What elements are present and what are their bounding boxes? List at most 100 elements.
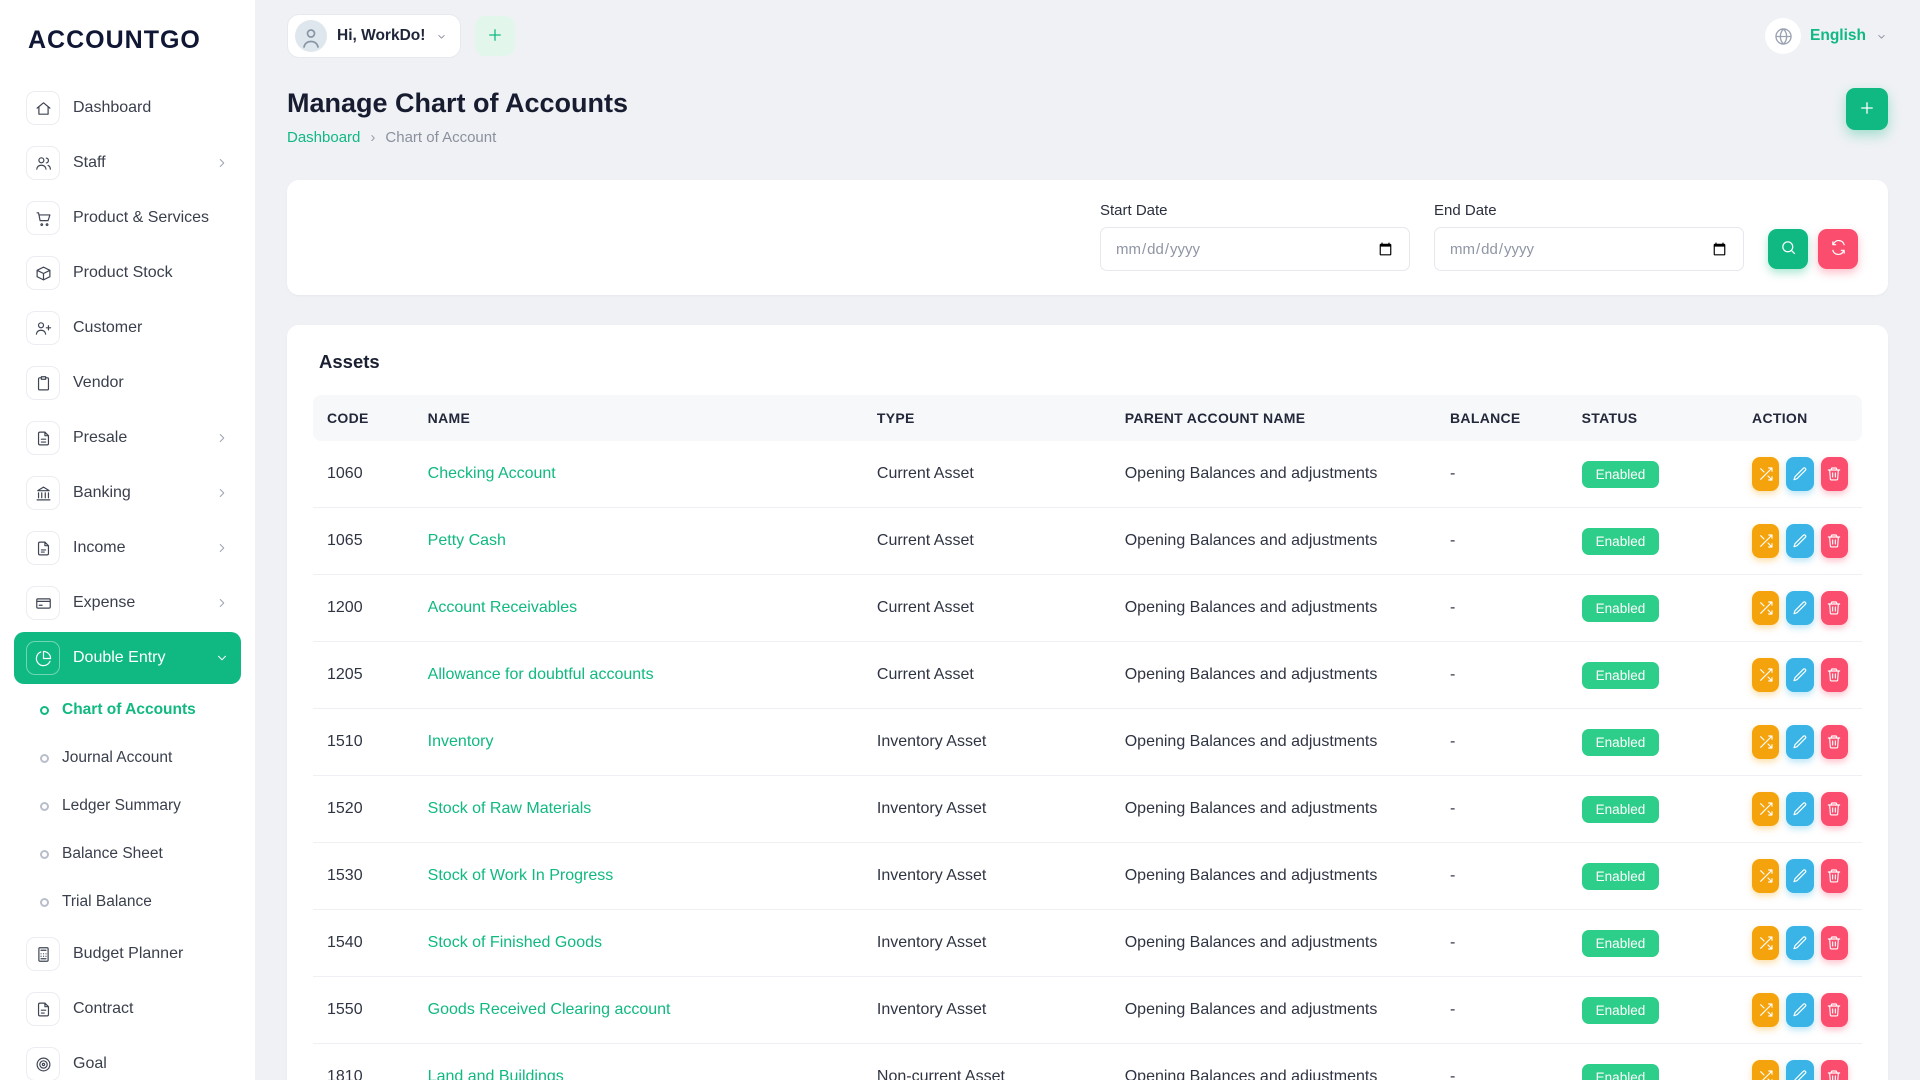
table-row: 1520 Stock of Raw Materials Inventory Asse…: [313, 775, 1862, 843]
table-row: 1540 Stock of Finished Goods Inventory Ass…: [313, 909, 1862, 977]
edit-button[interactable]: [1786, 792, 1814, 826]
row-actions: [1752, 457, 1848, 491]
account-name-link[interactable]: Stock of Finished Goods: [428, 934, 602, 951]
delete-button[interactable]: [1820, 457, 1848, 491]
language-selector[interactable]: English: [1765, 18, 1888, 54]
sidebar-subitem-balance-sheet[interactable]: Balance Sheet: [28, 831, 241, 877]
account-name-link[interactable]: Checking Account: [428, 465, 556, 482]
sidebar-item-contract[interactable]: Contract: [14, 983, 241, 1035]
edit-button[interactable]: [1786, 926, 1814, 960]
delete-button[interactable]: [1820, 792, 1848, 826]
transactions-button[interactable]: [1752, 792, 1780, 826]
quick-add-button[interactable]: [475, 16, 516, 56]
chevron-right-icon: [215, 431, 229, 445]
account-code: 1065: [313, 507, 414, 575]
account-name-link[interactable]: Account Receivables: [428, 599, 577, 616]
edit-button[interactable]: [1786, 524, 1814, 558]
chevron-right-icon: [215, 156, 229, 170]
sidebar-item-income[interactable]: Income: [14, 522, 241, 574]
account-type: Current Asset: [862, 507, 1111, 575]
transactions-icon: [1758, 935, 1774, 951]
sidebar-subitem-label: Journal Account: [62, 749, 173, 766]
sidebar-item-product-services[interactable]: Product & Services: [14, 192, 241, 244]
delete-button[interactable]: [1820, 859, 1848, 893]
edit-button[interactable]: [1786, 725, 1814, 759]
chevron-right-icon: [215, 541, 229, 555]
sidebar-item-banking[interactable]: Banking: [14, 467, 241, 519]
pencil-icon: [1792, 466, 1808, 482]
account-name-link[interactable]: Stock of Raw Materials: [428, 800, 592, 817]
delete-button[interactable]: [1820, 725, 1848, 759]
search-button[interactable]: [1768, 229, 1808, 269]
sidebar-subitem-journal-account[interactable]: Journal Account: [28, 735, 241, 781]
sidebar-item-budget-planner[interactable]: Budget Planner: [14, 928, 241, 980]
edit-button[interactable]: [1786, 1060, 1814, 1080]
delete-button[interactable]: [1820, 1060, 1848, 1080]
account-name-link[interactable]: Stock of Work In Progress: [428, 867, 614, 884]
column-header: STATUS: [1567, 395, 1739, 441]
delete-button[interactable]: [1820, 993, 1848, 1027]
edit-button[interactable]: [1786, 457, 1814, 491]
reset-button[interactable]: [1818, 229, 1858, 269]
table-row: 1205 Allowance for doubtful accounts Curre…: [313, 641, 1862, 709]
pencil-icon: [1792, 1069, 1808, 1080]
sidebar-item-dashboard[interactable]: Dashboard: [14, 82, 241, 134]
sidebar-subitem-label: Ledger Summary: [62, 797, 181, 814]
sidebar-subitem-trial-balance[interactable]: Trial Balance: [28, 879, 241, 925]
delete-button[interactable]: [1820, 658, 1848, 692]
table-row: 1200 Account Receivables Current Asset Open…: [313, 574, 1862, 642]
transactions-button[interactable]: [1752, 524, 1780, 558]
edit-button[interactable]: [1786, 591, 1814, 625]
refresh-icon: [1830, 239, 1847, 259]
transactions-button[interactable]: [1752, 457, 1780, 491]
sidebar-item-goal[interactable]: Goal: [14, 1038, 241, 1080]
transactions-button[interactable]: [1752, 658, 1780, 692]
transactions-button[interactable]: [1752, 725, 1780, 759]
account-name-link[interactable]: Allowance for doubtful accounts: [428, 666, 654, 683]
trash-icon: [1826, 1069, 1842, 1080]
account-name-link[interactable]: Petty Cash: [428, 532, 506, 549]
status-badge: Enabled: [1581, 661, 1660, 689]
user-menu[interactable]: Hi, WorkDo!: [287, 14, 462, 58]
delete-button[interactable]: [1820, 524, 1848, 558]
sidebar-item-label: Vendor: [73, 374, 124, 391]
table-row: 1530 Stock of Work In Progress Inventory A…: [313, 842, 1862, 910]
account-name-link[interactable]: Inventory: [428, 733, 494, 750]
sidebar-item-label: Banking: [73, 484, 131, 501]
account-type: Non-current Asset: [862, 1043, 1111, 1080]
sidebar-subitem-label: Balance Sheet: [62, 845, 163, 862]
start-date-input[interactable]: [1100, 227, 1410, 271]
sidebar-item-expense[interactable]: Expense: [14, 577, 241, 629]
add-account-button[interactable]: [1846, 88, 1888, 130]
account-name-link[interactable]: Goods Received Clearing account: [428, 1001, 671, 1018]
transactions-button[interactable]: [1752, 859, 1780, 893]
account-type: Inventory Asset: [862, 976, 1111, 1044]
status-badge: Enabled: [1581, 862, 1660, 890]
sidebar-item-vendor[interactable]: Vendor: [14, 357, 241, 409]
column-header: BALANCE: [1436, 395, 1568, 441]
sidebar-subitem-ledger-summary[interactable]: Ledger Summary: [28, 783, 241, 829]
pencil-icon: [1792, 734, 1808, 750]
delete-button[interactable]: [1820, 926, 1848, 960]
sidebar-item-product-stock[interactable]: Product Stock: [14, 247, 241, 299]
transactions-button[interactable]: [1752, 926, 1780, 960]
sidebar-item-label: Goal: [73, 1055, 107, 1072]
status-badge: Enabled: [1581, 996, 1660, 1024]
transactions-button[interactable]: [1752, 993, 1780, 1027]
breadcrumb-dashboard-link[interactable]: Dashboard: [287, 129, 360, 146]
transactions-button[interactable]: [1752, 1060, 1780, 1080]
sidebar-item-presale[interactable]: Presale: [14, 412, 241, 464]
transactions-button[interactable]: [1752, 591, 1780, 625]
sidebar-item-staff[interactable]: Staff: [14, 137, 241, 189]
edit-button[interactable]: [1786, 859, 1814, 893]
account-name-link[interactable]: Land and Buildings: [428, 1068, 564, 1080]
customer-icon: [26, 311, 60, 345]
sidebar-subitem-chart-of-accounts[interactable]: Chart of Accounts: [28, 687, 241, 733]
end-date-input[interactable]: [1434, 227, 1744, 271]
sidebar-item-double-entry[interactable]: Double Entry: [14, 632, 241, 684]
edit-button[interactable]: [1786, 658, 1814, 692]
edit-button[interactable]: [1786, 993, 1814, 1027]
sidebar-item-customer[interactable]: Customer: [14, 302, 241, 354]
row-actions: [1752, 792, 1848, 826]
delete-button[interactable]: [1820, 591, 1848, 625]
